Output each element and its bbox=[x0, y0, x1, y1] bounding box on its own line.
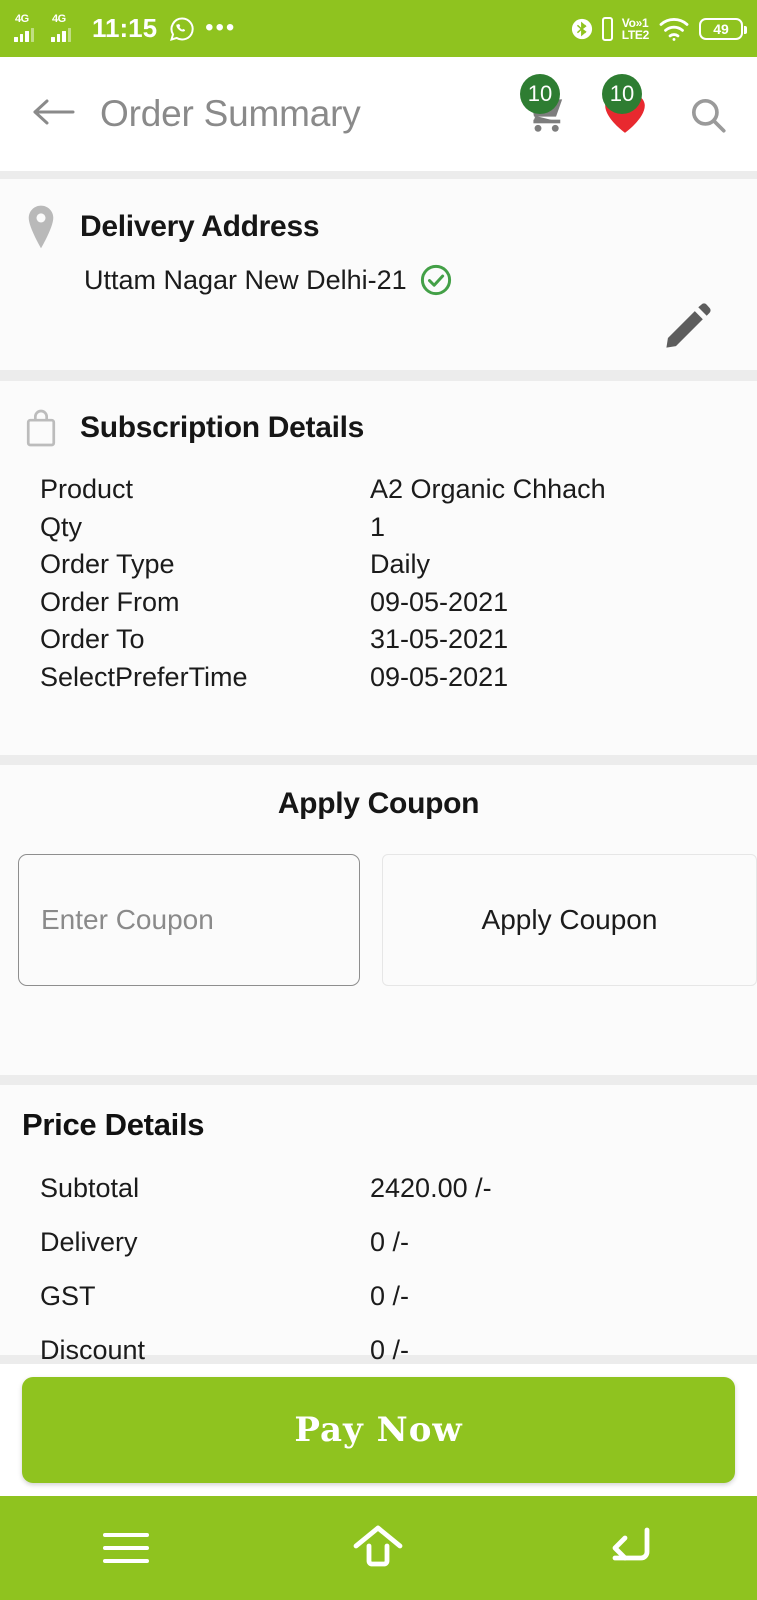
detail-value: Daily bbox=[370, 549, 431, 580]
signal-bars-2 bbox=[51, 27, 71, 42]
back-nav-button[interactable] bbox=[571, 1496, 691, 1600]
battery-indicator: 49 bbox=[699, 17, 747, 40]
recents-button[interactable] bbox=[66, 1496, 186, 1600]
detail-value: 1 bbox=[370, 511, 386, 542]
apply-coupon-title: Apply Coupon bbox=[277, 787, 480, 820]
back-nav-icon bbox=[607, 1524, 655, 1573]
price-value: 0 /- bbox=[370, 1334, 410, 1365]
whatsapp-icon bbox=[168, 15, 196, 43]
delivery-address-header: Delivery Address bbox=[0, 205, 757, 249]
bluetooth-icon bbox=[571, 16, 593, 42]
price-label: Discount bbox=[40, 1334, 146, 1365]
delivery-address-value-row: Uttam Nagar New Delhi-21 bbox=[84, 263, 757, 297]
check-circle-icon bbox=[419, 263, 453, 297]
app-bar: Order Summary 10 10 bbox=[0, 57, 757, 171]
price-value: 0 /- bbox=[370, 1280, 410, 1311]
detail-value: 31-05-2021 bbox=[370, 624, 509, 655]
subscription-details-header: Subscription Details bbox=[0, 407, 757, 449]
detail-value: 09-05-2021 bbox=[370, 586, 509, 617]
price-value: 0 /- bbox=[370, 1226, 410, 1257]
price-label: Delivery bbox=[40, 1226, 138, 1257]
sim-battery-bar-icon bbox=[601, 16, 613, 41]
price-details-list: Subtotal 2420.00 /- Delivery 0 /- GST 0 … bbox=[40, 1161, 757, 1377]
card-divider-2 bbox=[0, 755, 757, 765]
detail-row: Order To 31-05-2021 bbox=[40, 621, 757, 659]
pay-bar: Pay Now bbox=[0, 1364, 757, 1496]
detail-row: Qty 1 bbox=[40, 509, 757, 547]
subscription-details-card: Subscription Details Product A2 Organic … bbox=[0, 381, 757, 755]
back-button[interactable] bbox=[28, 89, 78, 139]
search-icon bbox=[687, 94, 727, 134]
home-button[interactable] bbox=[318, 1496, 438, 1600]
delivery-address-card: Delivery Address Uttam Nagar New Delhi-2… bbox=[0, 179, 757, 370]
volte-indicator: Vo»1 LTE2 bbox=[621, 15, 650, 42]
price-row: Subtotal 2420.00 /- bbox=[40, 1161, 757, 1215]
wifi-icon bbox=[658, 16, 690, 42]
volte-line-2: LTE2 bbox=[621, 27, 650, 42]
shopping-bag-icon bbox=[24, 407, 58, 449]
delivery-address-text: Uttam Nagar New Delhi-21 bbox=[84, 264, 407, 295]
detail-label: Qty bbox=[40, 511, 83, 542]
detail-label: SelectPreferTime bbox=[40, 661, 248, 692]
status-bar-overflow-icon: ••• bbox=[205, 14, 237, 42]
detail-label: Order To bbox=[40, 624, 145, 655]
volte-line-1: Vo»1 bbox=[621, 15, 649, 30]
status-bar-right: Vo»1 LTE2 49 bbox=[571, 15, 747, 42]
detail-row: SelectPreferTime 09-05-2021 bbox=[40, 659, 757, 697]
page-title: Order Summary bbox=[100, 93, 361, 134]
network-type-label-2: 4G bbox=[52, 12, 66, 25]
phone-screen: 4G 4G 11:15 ••• Vo»1 LTE2 49 Order Summa… bbox=[0, 0, 757, 1600]
card-divider-3 bbox=[0, 1075, 757, 1085]
price-details-title: Price Details bbox=[22, 1107, 205, 1142]
price-label: Subtotal bbox=[40, 1172, 140, 1203]
apply-coupon-row: Apply Coupon bbox=[18, 854, 757, 986]
detail-row: Product A2 Organic Chhach bbox=[40, 471, 757, 509]
status-bar-clock: 11:15 bbox=[92, 13, 158, 43]
battery-level-label: 49 bbox=[713, 20, 729, 37]
detail-value: A2 Organic Chhach bbox=[370, 474, 606, 504]
price-row: Delivery 0 /- bbox=[40, 1215, 757, 1269]
home-icon bbox=[352, 1524, 404, 1573]
detail-value: 09-05-2021 bbox=[370, 661, 509, 692]
price-value: 2420.00 /- bbox=[370, 1172, 492, 1203]
signal-strength-icon-2: 4G bbox=[51, 12, 81, 42]
pay-now-button[interactable]: Pay Now bbox=[22, 1377, 735, 1483]
price-details-card: Price Details Subtotal 2420.00 /- Delive… bbox=[0, 1085, 757, 1365]
detail-label: Order Type bbox=[40, 549, 175, 580]
detail-label: Order From bbox=[40, 586, 180, 617]
apply-coupon-button[interactable]: Apply Coupon bbox=[382, 854, 757, 986]
price-row: GST 0 /- bbox=[40, 1269, 757, 1323]
network-type-label-1: 4G bbox=[15, 12, 29, 25]
delivery-address-title: Delivery Address bbox=[80, 210, 320, 243]
pencil-edit-icon bbox=[661, 303, 713, 357]
location-pin-icon bbox=[24, 205, 58, 249]
coupon-code-input[interactable] bbox=[18, 854, 360, 986]
wishlist-button[interactable]: 10 bbox=[599, 74, 651, 142]
detail-row: Order From 09-05-2021 bbox=[40, 584, 757, 622]
wishlist-badge: 10 bbox=[602, 74, 642, 114]
subscription-details-title: Subscription Details bbox=[80, 411, 365, 444]
cart-button[interactable]: 10 bbox=[517, 74, 569, 142]
status-bar: 4G 4G 11:15 ••• Vo»1 LTE2 49 bbox=[0, 0, 757, 57]
status-bar-left: 4G 4G 11:15 ••• bbox=[14, 13, 236, 44]
signal-strength-icon-1: 4G bbox=[14, 12, 44, 42]
edit-address-button[interactable] bbox=[661, 301, 713, 358]
apply-coupon-card: Apply Coupon Apply Coupon bbox=[0, 765, 757, 1075]
cart-badge: 10 bbox=[520, 74, 560, 114]
card-divider-1 bbox=[0, 370, 757, 381]
detail-row: Order Type Daily bbox=[40, 546, 757, 584]
search-button[interactable] bbox=[681, 86, 733, 142]
system-navigation-bar bbox=[0, 1496, 757, 1600]
app-bar-actions: 10 10 bbox=[517, 74, 733, 142]
price-label: GST bbox=[40, 1280, 96, 1311]
back-arrow-icon bbox=[31, 95, 75, 134]
menu-recents-icon bbox=[103, 1533, 150, 1563]
signal-bars-1 bbox=[14, 27, 34, 42]
detail-label: Product bbox=[40, 474, 134, 504]
subscription-details-list: Product A2 Organic Chhach Qty 1 Order Ty… bbox=[40, 471, 757, 696]
